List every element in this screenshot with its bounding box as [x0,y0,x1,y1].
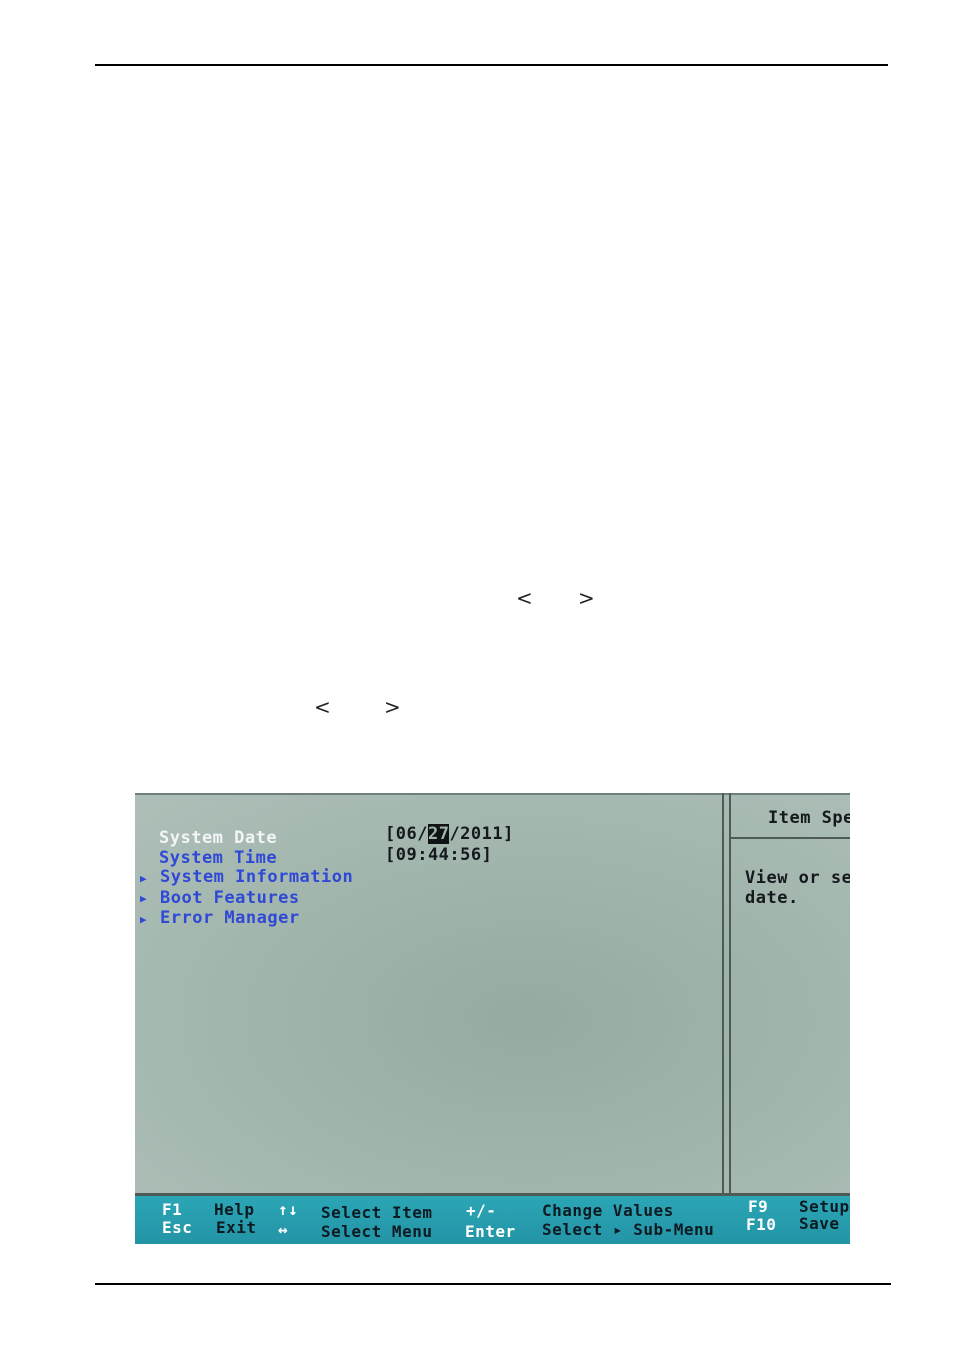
menu-item-system-information[interactable]: System Information [160,867,353,887]
key-f1: F1 [162,1200,183,1219]
panel-divider [722,793,724,1193]
footer-rule [95,1283,891,1285]
greater-than-glyph: > [578,586,595,610]
key-plus-minus: +/- [466,1201,497,1220]
help-panel-text: View or se [745,868,850,888]
key-action-exit: Exit [216,1218,257,1237]
submenu-arrow-icon: ▶ [140,892,147,905]
less-than-glyph: < [516,586,533,610]
submenu-arrow-icon: ▶ [140,872,147,885]
menu-item-error-manager[interactable]: Error Manager [160,908,300,928]
greater-than-glyph: > [384,695,401,719]
bios-screenshot: System Date System Time ▶ System Informa… [135,793,850,1244]
key-legend-bar: F1 Help ↑↓ Select Item +/- Change Values… [135,1196,850,1244]
key-enter: Enter [465,1222,516,1241]
key-f9: F9 [748,1197,769,1216]
menu-item-system-date[interactable]: System Date [159,828,277,848]
key-action-select-menu: Select Menu [321,1222,433,1241]
system-date-value[interactable]: [06/27/2011] [385,824,514,844]
panel-divider [729,793,731,1193]
date-suffix: /2011] [449,824,514,844]
key-esc: Esc [162,1218,193,1237]
system-time-value[interactable]: [09:44:56] [385,845,492,865]
help-panel-text: date. [745,888,799,908]
key-action-select-item: Select Item [321,1203,433,1222]
date-day-field-selected[interactable]: 27 [427,824,450,844]
screen-top-edge [135,793,850,795]
less-than-glyph: < [314,695,331,719]
key-up-down-arrows: ↑↓ [278,1200,299,1219]
key-action-change-values: Change Values [542,1201,674,1220]
menu-item-boot-features[interactable]: Boot Features [160,888,300,908]
key-action-select-sub-menu: Select ▸ Sub-Menu [542,1220,715,1239]
header-rule [95,64,888,66]
date-prefix: [06/ [385,824,428,844]
key-action-help: Help [214,1200,255,1219]
help-panel-separator [731,837,850,839]
key-action-save: Save [799,1214,840,1233]
help-panel-title: Item Spe [768,808,850,828]
submenu-arrow-icon: ▶ [140,913,147,926]
key-f10: F10 [746,1215,777,1234]
menu-item-system-time[interactable]: System Time [159,848,277,868]
key-left-right-arrows: ↔ [278,1220,289,1239]
